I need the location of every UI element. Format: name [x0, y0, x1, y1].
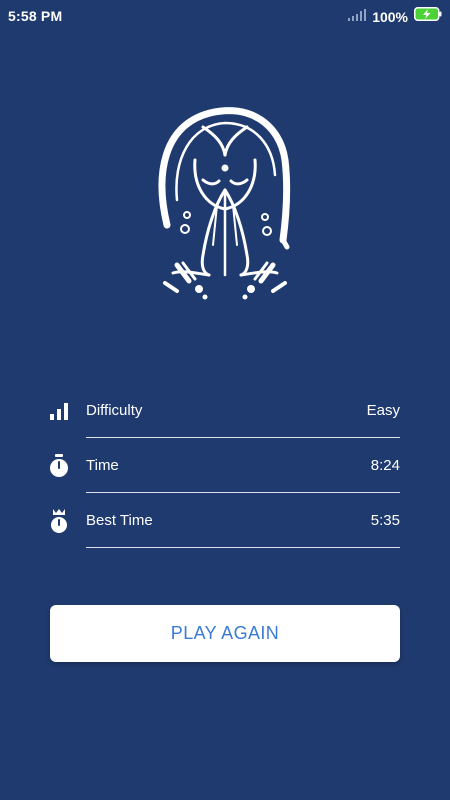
stats-list: Difficulty Easy Time 8:24 Best Time 5:35: [48, 383, 400, 548]
difficulty-bars-icon: [48, 398, 70, 424]
stat-row-difficulty: Difficulty Easy: [48, 383, 400, 438]
stat-value: 8:24: [370, 457, 400, 474]
namaste-woman-icon: [155, 105, 295, 305]
crown-stopwatch-icon: [48, 508, 70, 534]
play-again-button[interactable]: PLAY AGAIN: [50, 605, 400, 662]
divider: [86, 547, 400, 548]
battery-charging-icon: [414, 7, 442, 26]
stat-label: Time: [86, 457, 119, 474]
stat-value: Easy: [366, 402, 400, 419]
stat-row-time: Time 8:24: [48, 438, 400, 493]
status-time: 5:58 PM: [8, 8, 63, 24]
stopwatch-icon: [48, 453, 70, 479]
stat-row-best-time: Best Time 5:35: [48, 493, 400, 548]
signal-icon: [348, 8, 367, 26]
stat-label: Best Time: [86, 512, 153, 529]
battery-percent: 100%: [372, 8, 408, 25]
stat-value: 5:35: [370, 512, 400, 529]
status-indicators: 100%: [348, 7, 442, 26]
status-bar: 5:58 PM 100%: [0, 0, 450, 32]
stat-label: Difficulty: [86, 402, 143, 419]
